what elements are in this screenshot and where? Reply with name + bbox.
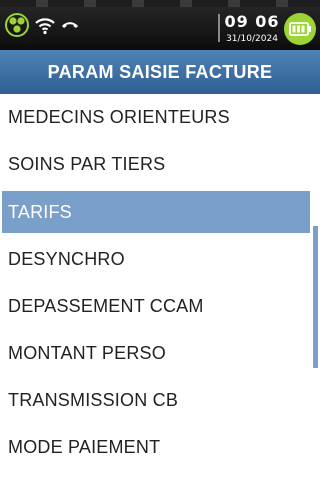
network-icon xyxy=(4,13,30,37)
status-divider xyxy=(218,14,220,42)
status-icons xyxy=(4,13,80,37)
menu-item-montant-perso[interactable]: MONTANT PERSO xyxy=(2,332,310,374)
menu-item-medecins-orienteurs[interactable]: MEDECINS ORIENTEURS xyxy=(2,96,310,138)
settings-menu-list[interactable]: MEDECINS ORIENTEURS SOINS PAR TIERS TARI… xyxy=(0,94,320,480)
menu-item-desynchro[interactable]: DESYNCHRO xyxy=(2,238,310,280)
menu-item-depassement-ccam[interactable]: DEPASSEMENT CCAM xyxy=(2,285,310,327)
page-title: PARAM SAISIE FACTURE xyxy=(47,61,273,82)
menu-item-transmission-cb[interactable]: TRANSMISSION CB xyxy=(2,379,310,421)
phone-icon xyxy=(60,17,80,33)
wifi-icon xyxy=(34,15,56,35)
status-bar-decoration xyxy=(0,0,320,7)
clock-date: 31/10/2024 xyxy=(226,34,278,44)
status-bar: 09 06 31/10/2024 xyxy=(0,0,320,50)
clock-time: 09 06 xyxy=(224,12,280,31)
menu-item-tarifs[interactable]: TARIFS xyxy=(2,191,310,233)
battery-icon xyxy=(283,12,317,46)
menu-item-soins-par-tiers[interactable]: SOINS PAR TIERS xyxy=(2,143,310,185)
scrollbar[interactable] xyxy=(313,226,318,368)
header-bar: PARAM SAISIE FACTURE xyxy=(0,50,320,94)
menu-item-mode-paiement[interactable]: MODE PAIEMENT xyxy=(2,426,310,468)
